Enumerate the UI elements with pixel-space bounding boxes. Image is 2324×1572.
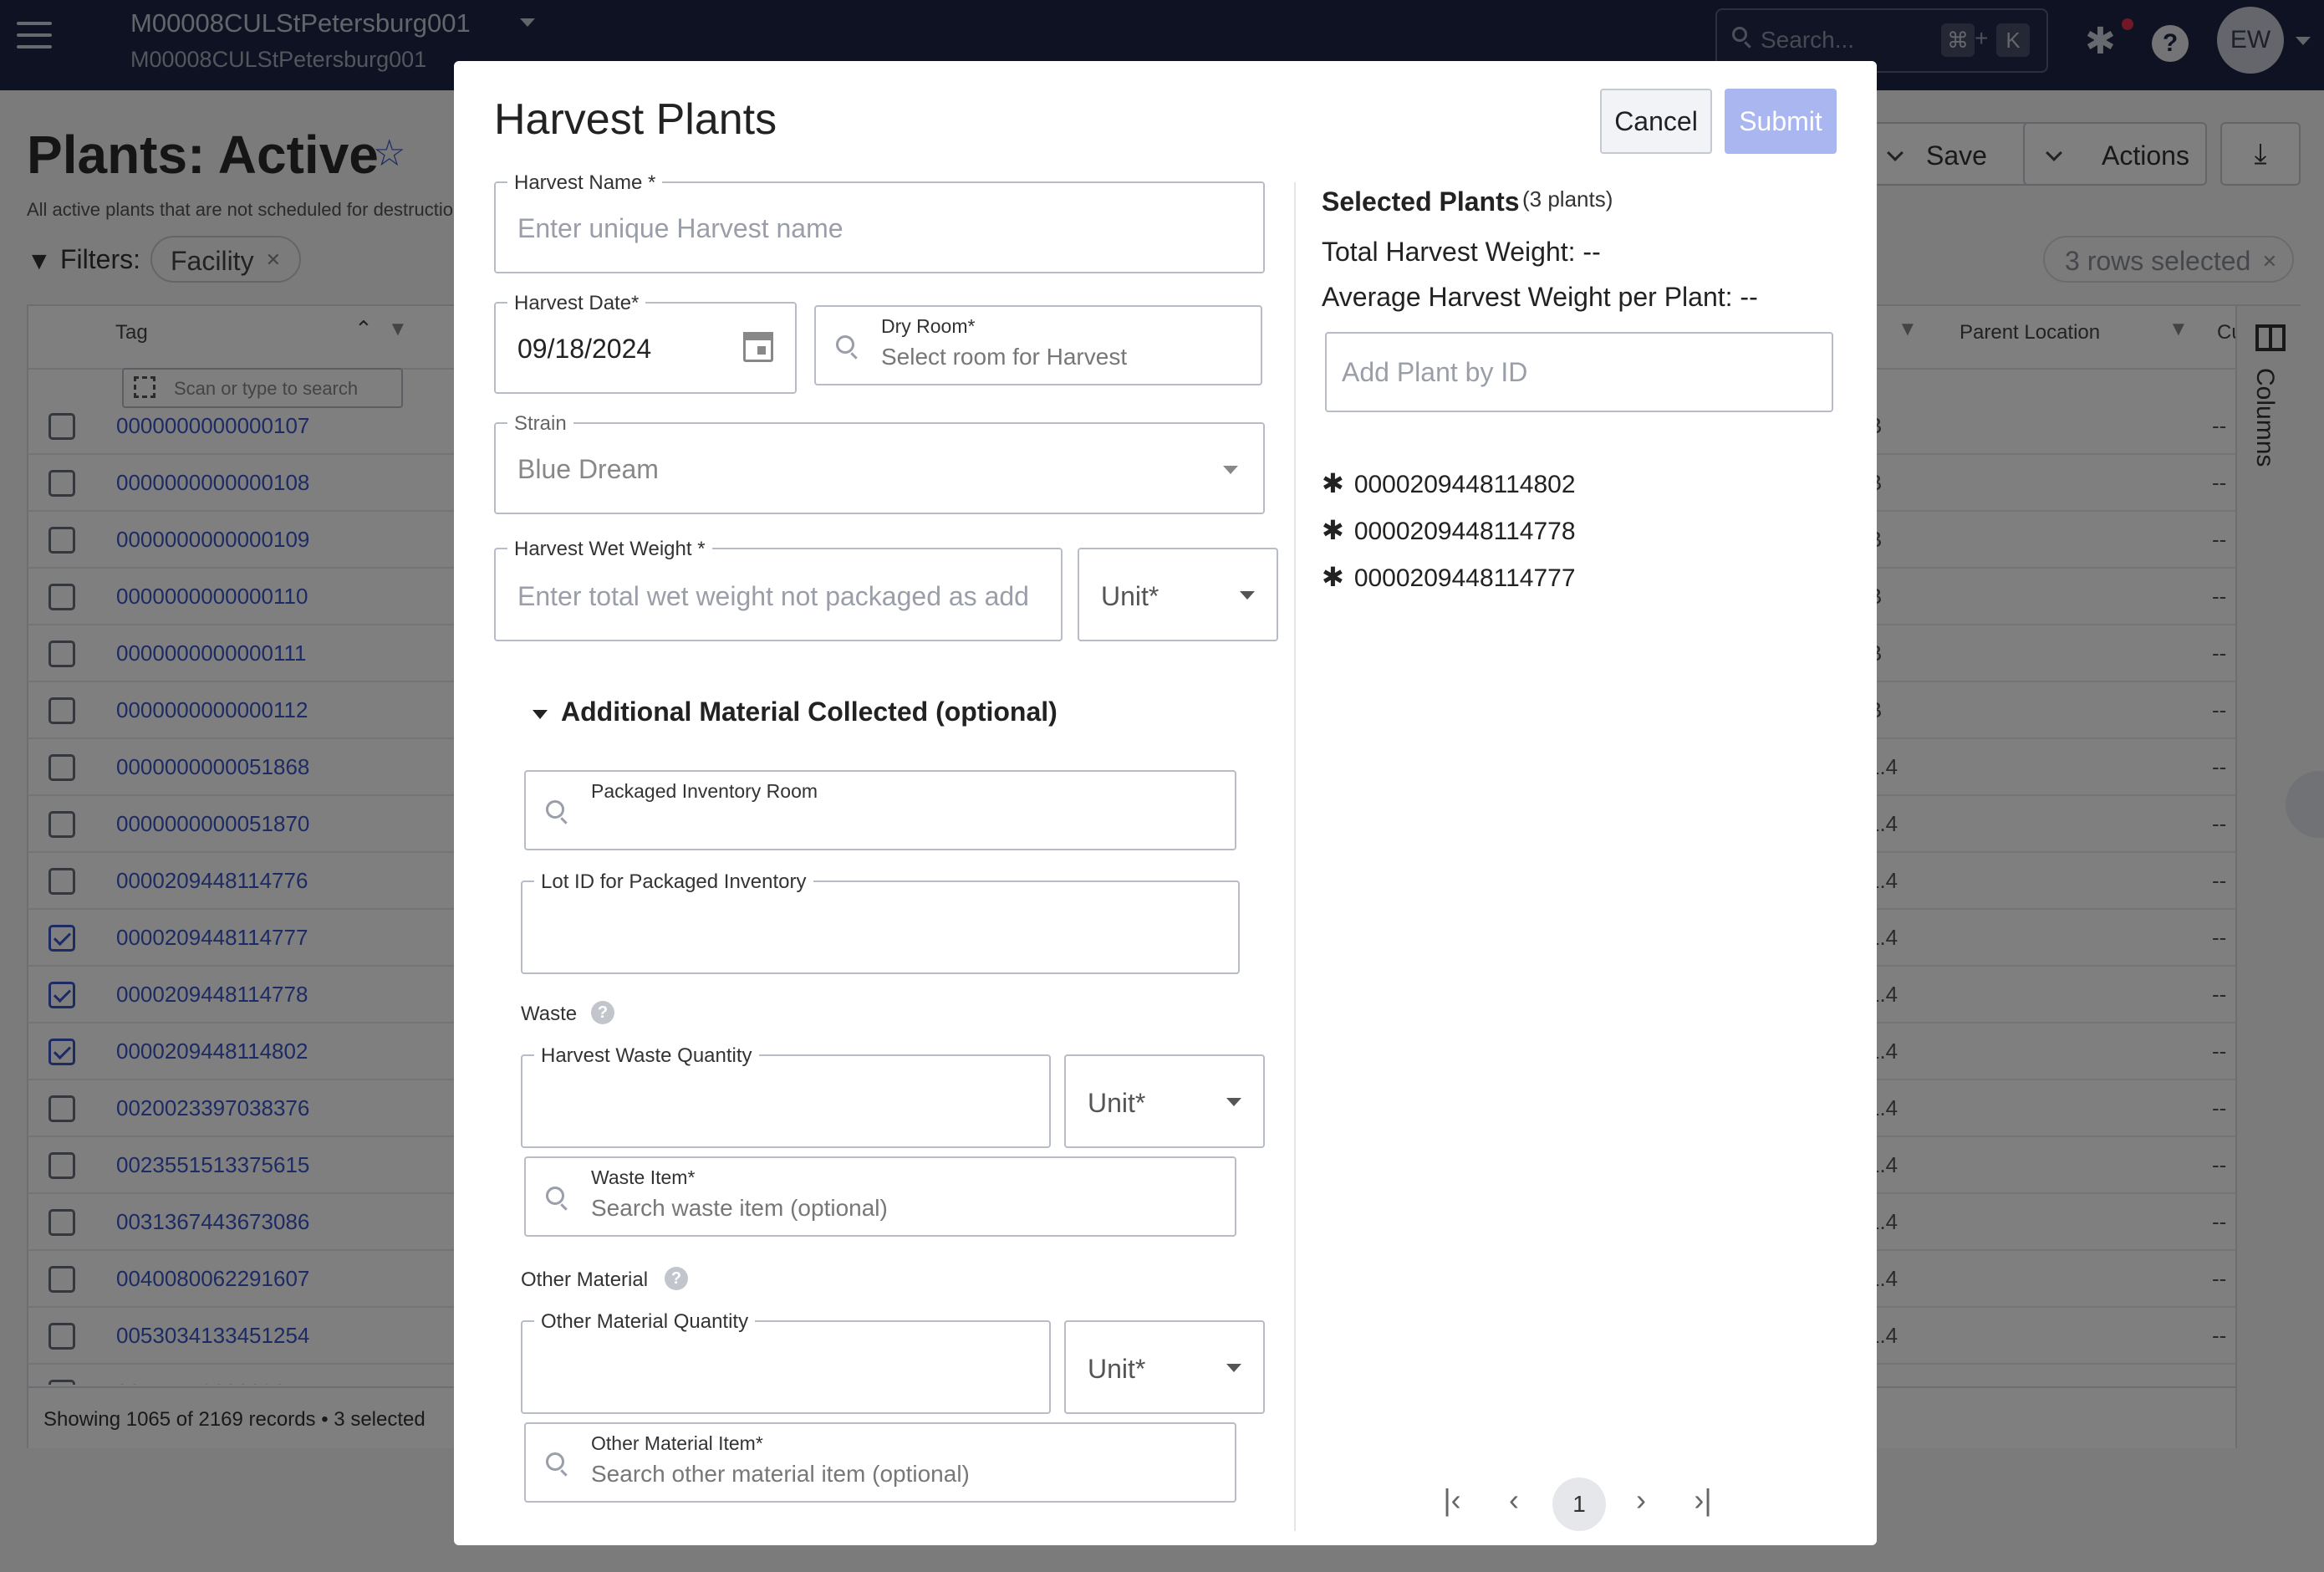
harvest-wet-weight-field[interactable]: Harvest Wet Weight * Enter total wet wei… [494,538,1063,641]
other-material-item-placeholder: Search other material item (optional) [591,1461,970,1487]
dialog-title: Harvest Plants [494,95,777,144]
list-item: ✱ 0000209448114778 [1322,514,1576,546]
wet-weight-unit-value: Unit* [1101,581,1159,611]
harvest-name-label: Harvest Name * [507,171,663,195]
current-page[interactable]: 1 [1552,1478,1606,1531]
waste-item-label: Waste Item* [591,1166,696,1188]
last-page-icon[interactable]: ›| [1683,1483,1723,1518]
calendar-icon[interactable] [743,332,773,362]
wet-weight-unit-select[interactable]: Unit* [1078,548,1278,641]
help-icon[interactable]: ? [591,1001,614,1024]
packaged-inventory-room-search[interactable]: Packaged Inventory Room [524,770,1236,850]
add-plant-placeholder: Add Plant by ID [1342,357,1528,387]
strain-select[interactable]: Strain Blue Dream [494,412,1265,514]
strain-label: Strain [507,412,573,436]
lot-id-field[interactable]: Lot ID for Packaged Inventory [521,870,1240,974]
cannabis-leaf-icon: ✱ [1322,468,1344,498]
chevron-down-icon [1240,591,1255,600]
plant-id: 0000209448114778 [1353,518,1576,545]
strain-value: Blue Dream [517,454,659,484]
harvest-name-placeholder: Enter unique Harvest name [517,213,843,243]
other-material-quantity-field[interactable]: Other Material Quantity [521,1310,1051,1414]
search-icon [546,1452,564,1471]
first-page-icon[interactable]: |‹ [1432,1483,1472,1518]
submit-button[interactable]: Submit [1725,89,1837,154]
harvest-waste-quantity-label: Harvest Waste Quantity [534,1044,759,1068]
harvest-date-value: 09/18/2024 [517,334,652,364]
other-material-unit-value: Unit* [1088,1354,1146,1384]
next-page-icon[interactable]: › [1621,1483,1661,1518]
divider [1294,182,1296,1531]
cannabis-leaf-icon: ✱ [1322,562,1344,592]
lot-id-label: Lot ID for Packaged Inventory [534,870,813,894]
cancel-button[interactable]: Cancel [1600,89,1712,154]
other-material-item-label: Other Material Item* [591,1432,763,1454]
other-material-quantity-label: Other Material Quantity [534,1310,756,1334]
harvest-date-field[interactable]: Harvest Date* 09/18/2024 [494,292,797,394]
selected-plants-title: Selected Plants [1322,186,1520,217]
search-icon [836,335,854,354]
collapse-arrow-icon[interactable] [533,710,548,719]
add-plant-by-id-input[interactable]: Add Plant by ID [1325,332,1833,412]
waste-item-search[interactable]: Waste Item* Search waste item (optional) [524,1156,1236,1237]
waste-item-placeholder: Search waste item (optional) [591,1195,888,1221]
harvest-date-label: Harvest Date* [507,292,646,315]
harvest-name-field[interactable]: Harvest Name * Enter unique Harvest name [494,171,1265,273]
search-icon [546,800,564,819]
additional-material-section[interactable]: Additional Material Collected (optional) [561,697,1058,727]
waste-label: Waste [521,1003,578,1025]
other-material-label: Other Material [521,1268,649,1291]
search-icon [546,1187,564,1205]
chevron-down-icon [1223,466,1238,474]
list-item: ✱ 0000209448114777 [1322,561,1576,593]
dry-room-label: Dry Room* [881,315,976,337]
harvest-plants-dialog: Harvest Plants Cancel Submit Harvest Nam… [454,61,1877,1545]
waste-unit-select[interactable]: Unit* [1064,1054,1265,1148]
list-item: ✱ 0000209448114802 [1322,467,1576,499]
average-harvest-weight: Average Harvest Weight per Plant: -- [1322,282,1758,312]
harvest-wet-weight-label: Harvest Wet Weight * [507,538,712,561]
other-material-unit-select[interactable]: Unit* [1064,1320,1265,1414]
harvest-wet-weight-placeholder: Enter total wet weight not packaged as a… [517,581,1029,611]
help-icon[interactable]: ? [665,1267,688,1290]
dry-room-search[interactable]: Dry Room* Select room for Harvest [814,305,1262,385]
plant-id: 0000209448114802 [1353,471,1576,498]
dry-room-placeholder: Select room for Harvest [881,344,1128,370]
cannabis-leaf-icon: ✱ [1322,515,1344,545]
packaged-inventory-room-label: Packaged Inventory Room [591,780,818,802]
chevron-down-icon [1226,1098,1241,1106]
harvest-waste-quantity-field[interactable]: Harvest Waste Quantity [521,1044,1051,1148]
previous-page-icon[interactable]: ‹ [1494,1483,1534,1518]
chevron-down-icon [1226,1364,1241,1372]
plant-id: 0000209448114777 [1353,564,1576,592]
waste-unit-value: Unit* [1088,1088,1146,1118]
selected-plants-count: (3 plants) [1522,186,1613,212]
total-harvest-weight: Total Harvest Weight: -- [1322,237,1601,267]
other-material-item-search[interactable]: Other Material Item* Search other materi… [524,1422,1236,1503]
